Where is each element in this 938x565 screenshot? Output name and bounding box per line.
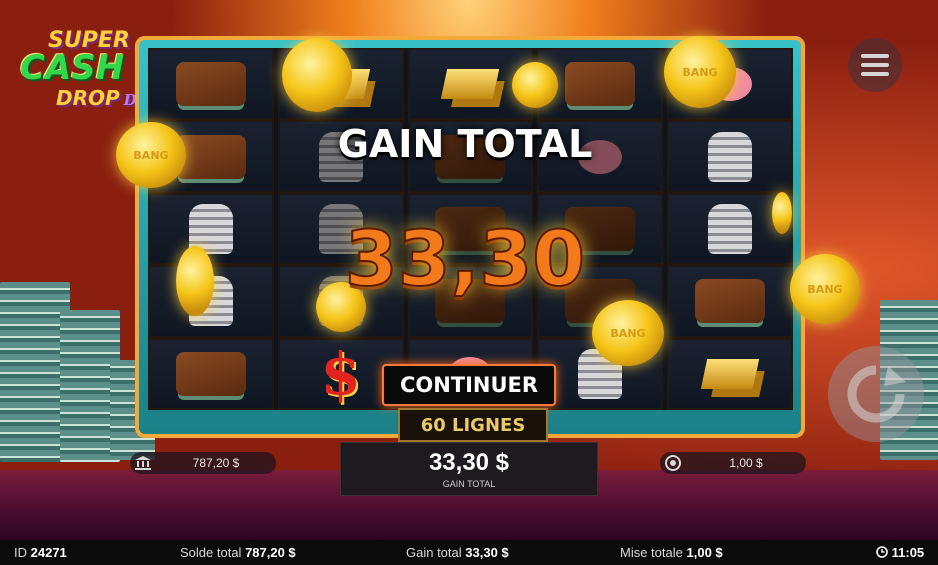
- status-balance-value: 787,20 $: [245, 545, 296, 560]
- coin-7: BANG: [790, 254, 860, 324]
- continue-button[interactable]: CONTINUER: [382, 364, 556, 406]
- status-bet-label: Mise totale: [620, 545, 683, 560]
- menu-button[interactable]: [848, 38, 902, 92]
- reel-cell: [669, 122, 791, 191]
- reel-cell: [669, 339, 791, 408]
- status-balance-label: Solde total: [180, 545, 242, 560]
- menu-icon-bar: [861, 72, 889, 76]
- status-win: Gain total 33,30 $: [406, 545, 509, 560]
- chip-icon: [660, 455, 686, 471]
- win-panel-label: GAIN TOTAL: [442, 479, 496, 489]
- status-win-value: 33,30 $: [465, 545, 509, 560]
- status-win-label: Gain total: [406, 545, 462, 560]
- coin-7-text: BANG: [807, 282, 843, 296]
- logo-line-2: CASH: [20, 48, 125, 88]
- spin-icon: [847, 365, 906, 423]
- game-stage: SUPER CASH DROPDeluxe $ BANG BANG BANG B…: [0, 0, 938, 540]
- menu-icon: [861, 54, 889, 58]
- bank-icon: [130, 456, 156, 470]
- win-title: GAIN TOTAL: [337, 122, 593, 166]
- reel-cell: [669, 267, 791, 336]
- win-panel-amount: 33,30 $: [428, 449, 510, 476]
- lines-badge: 60 LIGNES: [398, 408, 548, 442]
- balance-value: 787,20 $: [192, 456, 240, 470]
- win-amount: 33,30: [344, 213, 586, 304]
- reel-cell: [150, 194, 272, 264]
- coin-4-text: BANG: [133, 148, 169, 162]
- reel-1: [148, 48, 274, 410]
- coin-8-text: BANG: [610, 326, 646, 340]
- coin-2: [512, 62, 558, 108]
- status-bet-value: 1,00 $: [686, 545, 723, 560]
- bet-pill[interactable]: 1,00 $: [660, 452, 806, 474]
- status-clock: 11:05: [876, 545, 924, 560]
- wallet-symbol: [175, 62, 246, 107]
- id-value: 24271: [30, 545, 67, 560]
- coin-5: [176, 246, 214, 316]
- gold-symbol: [441, 69, 500, 100]
- session-id: ID 24271: [14, 545, 67, 560]
- balance-pill: 787,20 $: [130, 452, 276, 474]
- reel-cell: [150, 50, 272, 119]
- status-balance: Solde total 787,20 $: [180, 545, 296, 560]
- coins-symbol: [708, 131, 753, 182]
- wallet-symbol: [175, 351, 246, 396]
- menu-icon-bar: [861, 63, 889, 67]
- status-bar: ID 24271 Solde total 787,20 $ Gain total…: [0, 540, 938, 565]
- win-panel: 33,30 $ GAIN TOTAL: [340, 442, 598, 496]
- clock-time: 11:05: [891, 545, 925, 560]
- id-label: ID: [14, 545, 27, 560]
- status-bet: Mise totale 1,00 $: [620, 545, 723, 560]
- wallet-symbol: [565, 62, 636, 107]
- reel-cell: [150, 339, 272, 408]
- gold-symbol: [700, 358, 760, 389]
- coin-1: [282, 38, 352, 112]
- coins-symbol: [708, 203, 753, 254]
- spin-button[interactable]: [828, 346, 924, 442]
- clock-icon: [876, 546, 888, 558]
- coin-3: BANG: [664, 36, 736, 108]
- bet-value: 1,00 $: [729, 456, 763, 470]
- dollar-symbol: $: [320, 339, 361, 408]
- wallet-symbol: [175, 134, 246, 179]
- coin-3-text: BANG: [682, 65, 718, 79]
- coin-4: BANG: [116, 122, 186, 188]
- coin-6: [772, 192, 792, 234]
- wallet-symbol: [695, 279, 766, 324]
- coin-8: BANG: [592, 300, 664, 366]
- logo-line-3-text: DROP: [56, 86, 120, 110]
